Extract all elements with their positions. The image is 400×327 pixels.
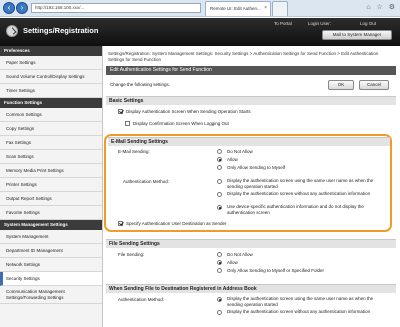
file-auth-same-user-label: Display the authentication screen using … xyxy=(227,296,374,307)
portal-link[interactable]: To Portal xyxy=(274,21,292,26)
change-settings-label: Change the following settings. xyxy=(110,82,171,87)
display-auth-checkbox-row[interactable]: Display Authentication Screen When Sendi… xyxy=(118,109,251,115)
email-auth-same-user-radio[interactable] xyxy=(217,179,222,184)
email-auth-no-info-radio[interactable] xyxy=(217,192,222,197)
browser-toolbar-icons[interactable]: ⌂ ☆ ⚙ xyxy=(366,3,397,13)
email-auth-method-label: Authentication Method: xyxy=(123,179,170,184)
file-auth-same-user-radio[interactable] xyxy=(217,297,222,302)
specify-auth-checkbox-row[interactable]: Specify Authentication User Destination … xyxy=(118,221,227,227)
browser-tab-bar: ‹ › http://192.168.100.xxx/... Remote UI… xyxy=(0,0,400,17)
email-auth-no-info-label: Display the authentication screen withou… xyxy=(227,191,371,196)
change-settings-bar: Change the following settings. OK Cancel xyxy=(106,78,396,92)
sidebar-section-preferences: Preferences xyxy=(0,46,102,56)
sidebar-item-favorite-settings[interactable]: Favorite Settings xyxy=(0,206,102,220)
close-tab-icon[interactable]: × xyxy=(264,2,267,15)
email-allow-label: Allow xyxy=(227,157,238,162)
logout-link[interactable]: Log Out xyxy=(360,21,376,26)
file-allow-radio[interactable] xyxy=(217,260,222,265)
file-sending-label: File Sending: xyxy=(118,252,145,257)
display-confirm-label: Display Confirmation Screen When Logging… xyxy=(133,121,229,126)
email-only-myself-radio[interactable] xyxy=(217,165,222,170)
email-auth-same-user-label: Display the authentication screen using … xyxy=(227,178,374,189)
email-allow-radio[interactable] xyxy=(217,157,222,162)
sidebar-section-system-management: System Management Settings xyxy=(0,220,102,230)
sidebar-item-system-management[interactable]: System Management xyxy=(0,230,102,244)
new-tab-button[interactable] xyxy=(272,1,288,16)
main-content: Settings/Registration: System Management… xyxy=(104,46,400,327)
sidebar-item-scan-settings[interactable]: Scan Settings xyxy=(0,150,102,164)
sidebar-item-communication-management[interactable]: Communication Management Settings/Forwar… xyxy=(0,286,102,304)
sidebar-item-fax-settings[interactable]: Fax Settings xyxy=(0,136,102,150)
sidebar-item-common-settings[interactable]: Common Settings xyxy=(0,108,102,122)
email-do-not-allow-label: Do Not Allow xyxy=(227,149,253,154)
back-arrow-icon[interactable]: ‹ xyxy=(3,2,15,14)
sidebar-section-function-settings: Function Settings xyxy=(0,98,102,108)
sidebar-item-printer-settings[interactable]: Printer Settings xyxy=(0,178,102,192)
login-user-label: Login User: xyxy=(308,21,332,26)
specify-auth-label: Specify Authentication User Destination … xyxy=(126,221,227,226)
breadcrumb: Settings/Registration: System Management… xyxy=(108,51,379,62)
file-auth-method-label: Authentication Method: xyxy=(118,297,165,302)
email-only-myself-label: Only Allow Sending to Myself xyxy=(227,165,286,170)
file-auth-no-info-label: Display the authentication screen withou… xyxy=(227,309,371,314)
display-auth-checkbox[interactable] xyxy=(118,109,123,115)
display-confirm-checkbox-row[interactable]: Display Confirmation Screen When Logging… xyxy=(125,121,229,127)
file-settings-header: File Sending Settings xyxy=(106,239,396,248)
display-confirm-checkbox[interactable] xyxy=(125,121,130,127)
settings-logo-icon xyxy=(6,25,18,37)
browser-tab-active[interactable]: Remote UI: Edit Authen... × xyxy=(205,1,271,16)
app-header: Settings/Registration To Portal Login Us… xyxy=(0,18,400,46)
browser-tab-label: Remote UI: Edit Authen... xyxy=(210,6,261,11)
file-destination-header: When Sending File to Destination Registe… xyxy=(106,284,396,293)
sidebar-item-timer-settings[interactable]: Timer Settings xyxy=(0,84,102,98)
email-auth-device-radio[interactable] xyxy=(217,205,222,210)
sidebar-item-network-settings[interactable]: Network Settings xyxy=(0,258,102,272)
sidebar-item-security-settings[interactable]: Security Settings xyxy=(0,272,102,286)
sidebar-item-copy-settings[interactable]: Copy Settings xyxy=(0,122,102,136)
file-only-myself-radio[interactable] xyxy=(217,268,222,273)
file-do-not-allow-label: Do Not Allow xyxy=(227,252,253,257)
specify-auth-checkbox[interactable] xyxy=(118,221,123,227)
ok-button[interactable]: OK xyxy=(328,80,354,90)
page-heading: Edit Authentication Settings for Send Fu… xyxy=(106,66,396,75)
email-auth-device-label: Use device-specific authentication infor… xyxy=(227,204,364,215)
email-settings-header: E-Mail Sending Settings xyxy=(108,137,390,146)
email-sending-label: E-Mail Sending: xyxy=(118,149,150,154)
forward-arrow-icon[interactable]: › xyxy=(16,2,28,14)
file-allow-label: Allow xyxy=(227,260,238,265)
email-do-not-allow-radio[interactable] xyxy=(217,149,222,154)
file-auth-no-info-radio[interactable] xyxy=(217,310,222,315)
sidebar-item-output-report[interactable]: Output Report Settings xyxy=(0,192,102,206)
sidebar-item-department-id[interactable]: Department ID Management xyxy=(0,244,102,258)
basic-settings-header: Basic Settings xyxy=(106,96,396,105)
display-auth-label: Display Authentication Screen When Sendi… xyxy=(126,109,251,114)
file-do-not-allow-radio[interactable] xyxy=(217,252,222,257)
sidebar-item-memory-media-print[interactable]: Memory Media Print Settings xyxy=(0,164,102,178)
sidebar-item-paper-settings[interactable]: Paper Settings xyxy=(0,56,102,70)
file-only-myself-label: Only Allow Sending to Myself or Specifie… xyxy=(227,268,325,273)
mail-system-manager-button[interactable]: Mail to System Manager xyxy=(322,30,392,40)
sidebar: Preferences Paper Settings Sound Volume … xyxy=(0,46,103,327)
cancel-button[interactable]: Cancel xyxy=(359,80,389,90)
address-bar[interactable]: http://192.168.100.xxx/... xyxy=(31,3,201,13)
page-title: Settings/Registration xyxy=(23,26,99,35)
sidebar-item-sound-volume[interactable]: Sound Volume Control/Display Settings xyxy=(0,70,102,84)
